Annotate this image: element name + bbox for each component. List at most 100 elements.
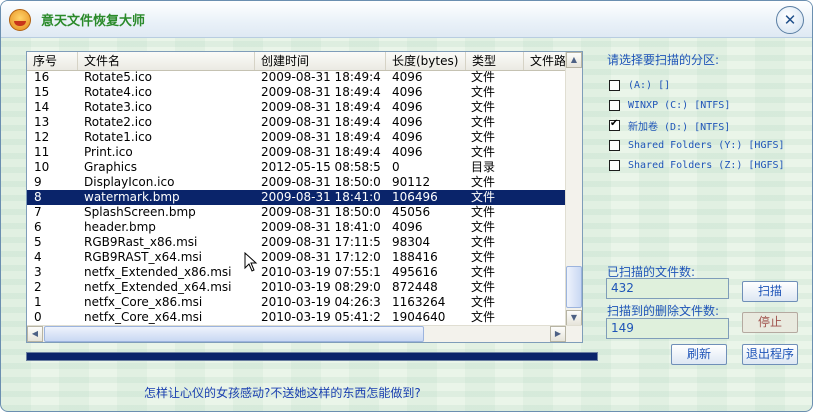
table-row[interactable]: 9 DisplayIcon.ico 2009-08-31 18:50:08 90112…	[27, 175, 582, 190]
table-row[interactable]: 15 Rotate4.ico 2009-08-31 18:49:40 4096 文件	[27, 85, 582, 100]
table-row[interactable]: 7 SplashScreen.bmp 2009-08-31 18:50:08 4505…	[27, 205, 582, 220]
cell-size: 872448	[392, 280, 438, 294]
cell-size: 4096	[392, 115, 423, 129]
promo-link[interactable]: 怎样让心仪的女孩感动?不送她这样的东西怎能做到?	[144, 384, 421, 401]
partition-checkbox[interactable]	[609, 159, 620, 171]
cell-no: 14	[34, 100, 50, 114]
cell-filename: Print.ico	[84, 145, 133, 159]
cell-type: 文件	[471, 190, 496, 204]
deleted-count-field: 149	[606, 318, 729, 339]
cell-filename: Rotate2.ico	[84, 115, 153, 129]
scroll-left-icon[interactable]: ◀	[27, 326, 43, 342]
table-row[interactable]: 5 RGB9Rast_x86.msi 2009-08-31 17:11:58 9830…	[27, 235, 582, 250]
cell-type: 文件	[471, 295, 496, 309]
app-logo-icon	[9, 9, 31, 31]
cell-type: 文件	[471, 205, 496, 219]
cell-filename: Rotate4.ico	[84, 85, 153, 99]
cell-size: 98304	[392, 235, 431, 249]
col-header-no[interactable]: 序号	[27, 52, 78, 70]
exit-button[interactable]: 退出程序	[742, 344, 798, 365]
cell-no: 6	[34, 220, 42, 234]
cell-size: 90112	[392, 175, 431, 189]
title-bar[interactable]: 意天文件恢复大师 ✕	[1, 1, 812, 38]
cell-filename: Rotate1.ico	[84, 130, 153, 144]
cell-filename: RGB9Rast_x86.msi	[84, 235, 198, 249]
partition-checkbox[interactable]	[609, 139, 620, 151]
table-row[interactable]: 6 header.bmp 2009-08-31 18:41:00 4096 文件	[27, 220, 582, 235]
cell-created-time: 2009-08-31 18:49:40	[261, 115, 381, 129]
table-row[interactable]: 11 Print.ico 2009-08-31 18:49:40 4096 文件	[27, 145, 582, 160]
cell-size: 188416	[392, 250, 438, 264]
partition-checkbox[interactable]	[609, 118, 620, 131]
window-title: 意天文件恢复大师	[41, 14, 146, 29]
partition-checkbox[interactable]	[609, 99, 620, 111]
cell-type: 文件	[471, 310, 496, 324]
cell-no: 9	[34, 175, 42, 189]
cell-no: 10	[34, 160, 50, 174]
scan-button[interactable]: 扫描	[742, 281, 798, 302]
cell-size: 4096	[392, 100, 423, 114]
file-list-table[interactable]: 序号 文件名 创建时间 长度(bytes) 类型 文件路径 16 Rotate5.…	[26, 51, 583, 343]
partition-item[interactable]: (A:) []	[609, 77, 670, 93]
stop-button[interactable]: 停止	[742, 312, 798, 333]
cell-size: 495616	[392, 265, 438, 279]
cell-size: 45056	[392, 205, 431, 219]
cell-no: 12	[34, 130, 50, 144]
table-row[interactable]: 13 Rotate2.ico 2009-08-31 18:49:40 4096 文件	[27, 115, 582, 130]
cell-filename: netfx_Extended_x64.msi	[84, 280, 232, 294]
table-row[interactable]: 12 Rotate1.ico 2009-08-31 18:49:40 4096 文件	[27, 130, 582, 145]
vertical-scroll-thumb[interactable]	[566, 266, 582, 308]
cell-type: 文件	[471, 250, 496, 264]
cell-no: 8	[34, 190, 42, 204]
cell-no: 5	[34, 235, 42, 249]
cell-size: 1904640	[392, 310, 446, 324]
cell-size: 106496	[392, 190, 438, 204]
partition-item[interactable]: 新加卷 (D:) [NTFS]	[609, 117, 730, 133]
cell-size: 1163264	[392, 295, 446, 309]
table-header: 序号 文件名 创建时间 长度(bytes) 类型 文件路径	[27, 52, 582, 71]
cell-filename: Rotate5.ico	[84, 70, 153, 84]
partition-item[interactable]: WINXP (C:) [NTFS]	[609, 97, 730, 113]
cell-type: 文件	[471, 115, 496, 129]
table-row[interactable]: 2 netfx_Extended_x64.msi 2010-03-19 08:29:…	[27, 280, 582, 295]
cell-created-time: 2010-03-19 07:55:18	[261, 265, 381, 279]
cell-no: 13	[34, 115, 50, 129]
cell-filename: header.bmp	[84, 220, 156, 234]
table-row[interactable]: 8 watermark.bmp 2009-08-31 18:41:00 106496 文…	[27, 190, 582, 205]
cell-type: 文件	[471, 235, 496, 249]
table-row[interactable]: 0 netfx_Core_x64.msi 2010-03-19 05:41:24 19…	[27, 310, 582, 325]
scroll-down-icon[interactable]: ▼	[566, 310, 582, 326]
cell-filename: DisplayIcon.ico	[84, 175, 175, 189]
table-row[interactable]: 10 Graphics 2012-05-15 08:58:53 0 目录	[27, 160, 582, 175]
table-row[interactable]: 14 Rotate3.ico 2009-08-31 18:49:40 4096 文件	[27, 100, 582, 115]
col-header-size[interactable]: 长度(bytes)	[386, 52, 466, 70]
partition-item[interactable]: Shared Folders (Y:) [HGFS]	[609, 137, 785, 153]
horizontal-scrollbar[interactable]: ◀ ▶	[27, 325, 582, 342]
cell-no: 11	[34, 145, 50, 159]
refresh-button[interactable]: 刷新	[671, 344, 727, 365]
partition-item[interactable]: Shared Folders (Z:) [HGFS]	[609, 157, 785, 173]
cell-no: 2	[34, 280, 42, 294]
close-button[interactable]: ✕	[776, 6, 804, 34]
scroll-up-icon[interactable]: ▲	[566, 52, 582, 68]
cell-filename: SplashScreen.bmp	[84, 205, 196, 219]
scroll-right-icon[interactable]: ▶	[550, 326, 566, 342]
cell-created-time: 2010-03-19 04:26:32	[261, 295, 381, 309]
col-header-name[interactable]: 文件名	[78, 52, 255, 70]
col-header-type[interactable]: 类型	[466, 52, 524, 70]
cell-type: 文件	[471, 70, 496, 84]
horizontal-scroll-thumb[interactable]	[44, 326, 424, 342]
cell-created-time: 2009-08-31 18:50:08	[261, 175, 381, 189]
table-row[interactable]: 16 Rotate5.ico 2009-08-31 18:49:40 4096 文件	[27, 70, 582, 85]
table-row[interactable]: 4 RGB9RAST_x64.msi 2009-08-31 17:12:02 1884…	[27, 250, 582, 265]
table-row[interactable]: 3 netfx_Extended_x86.msi 2010-03-19 07:55:…	[27, 265, 582, 280]
table-row[interactable]: 1 netfx_Core_x86.msi 2010-03-19 04:26:32 11…	[27, 295, 582, 310]
col-header-time[interactable]: 创建时间	[255, 52, 386, 70]
cell-created-time: 2009-08-31 17:12:02	[261, 250, 381, 264]
partition-checkbox[interactable]	[609, 79, 620, 91]
vertical-scrollbar[interactable]: ▲ ▼	[565, 52, 582, 326]
cell-created-time: 2009-08-31 17:11:58	[261, 235, 381, 249]
cell-size: 4096	[392, 70, 423, 84]
cell-created-time: 2009-08-31 18:50:08	[261, 205, 381, 219]
scan-progress-bar	[26, 352, 598, 361]
